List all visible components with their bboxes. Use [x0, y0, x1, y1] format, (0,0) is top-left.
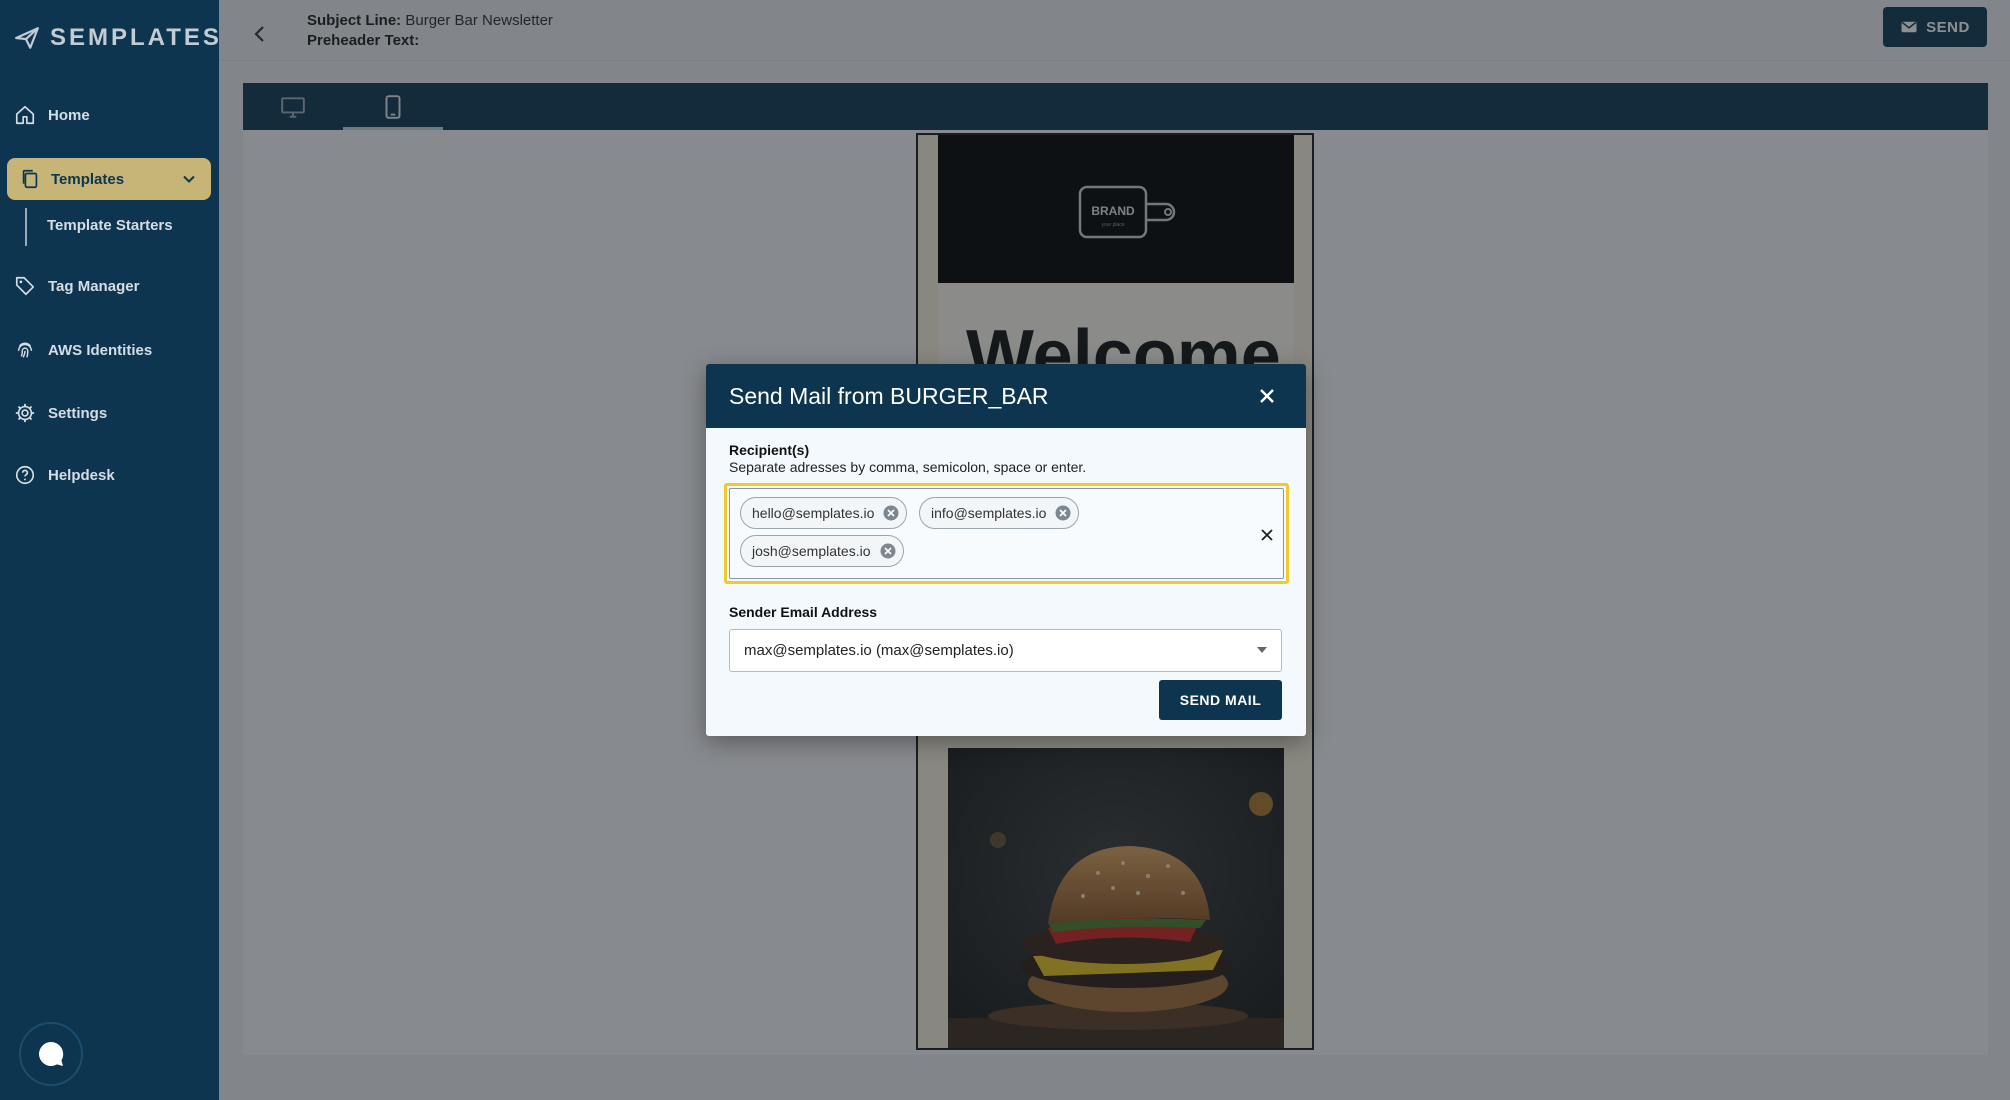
dialog-title: Send Mail from BURGER_BAR	[729, 383, 1049, 409]
home-icon	[15, 105, 35, 125]
sender-select[interactable]: max@semplates.io (max@semplates.io)	[729, 629, 1282, 672]
sidebar-item-helpdesk[interactable]: Helpdesk	[14, 464, 115, 486]
fingerprint-icon	[17, 342, 33, 358]
sidebar-item-templates[interactable]: Templates	[7, 158, 211, 200]
remove-chip-icon[interactable]	[1054, 504, 1072, 522]
send-mail-dialog: Send Mail from BURGER_BAR Recipient(s) S…	[706, 364, 1306, 736]
chat-widget-button[interactable]	[19, 1022, 83, 1086]
dialog-header: Send Mail from BURGER_BAR	[706, 364, 1306, 428]
recipients-input[interactable]: hello@semplates.io info@semplates.io jos…	[729, 488, 1284, 579]
recipient-chip[interactable]: josh@semplates.io	[740, 535, 904, 567]
sidebar-item-label: AWS Identities	[48, 341, 153, 359]
recipients-input-focus-ring: hello@semplates.io info@semplates.io jos…	[724, 483, 1289, 584]
sidebar-item-template-starters[interactable]: Template Starters	[47, 217, 173, 234]
paper-plane-icon	[15, 27, 39, 49]
recipients-label: Recipient(s)	[729, 442, 810, 458]
sidebar-item-label: Helpdesk	[48, 466, 115, 484]
sidebar: SEMPLATES Home Templates Template Starte…	[0, 0, 219, 1100]
sidebar-item-aws-identities[interactable]: AWS Identities	[14, 339, 152, 361]
sidebar-item-settings[interactable]: Settings	[14, 402, 107, 424]
recipient-chip-label: josh@semplates.io	[752, 543, 871, 559]
recipient-chip[interactable]: info@semplates.io	[919, 497, 1080, 529]
sidebar-item-label: Templates	[51, 170, 125, 188]
remove-chip-icon[interactable]	[879, 542, 897, 560]
recipient-chip-label: info@semplates.io	[931, 505, 1047, 521]
logo-text: SEMPLATES	[50, 24, 222, 51]
submenu-line	[25, 208, 27, 246]
gear-icon	[15, 403, 35, 423]
recipient-chip[interactable]: hello@semplates.io	[740, 497, 908, 529]
recipients-hint: Separate adresses by comma, semicolon, s…	[729, 459, 1087, 475]
sidebar-item-label: Tag Manager	[48, 277, 140, 295]
remove-chip-icon[interactable]	[882, 504, 900, 522]
chat-bubble-icon	[39, 1041, 64, 1066]
send-mail-button[interactable]: SEND MAIL	[1159, 680, 1282, 720]
logo[interactable]: SEMPLATES	[14, 24, 222, 52]
sidebar-item-home[interactable]: Home	[14, 104, 90, 126]
sender-label: Sender Email Address	[729, 604, 878, 620]
close-icon[interactable]	[1255, 384, 1279, 408]
copy-icon	[22, 169, 38, 189]
sender-select-value: max@semplates.io (max@semplates.io)	[744, 642, 1014, 659]
recipient-chip-label: hello@semplates.io	[752, 505, 875, 521]
clear-recipients-icon[interactable]	[1257, 525, 1277, 545]
tag-icon	[15, 276, 35, 296]
sidebar-item-tag-manager[interactable]: Tag Manager	[14, 275, 139, 297]
help-icon	[15, 465, 35, 485]
sidebar-item-label: Settings	[48, 404, 108, 422]
caret-down-icon	[1257, 647, 1267, 653]
sidebar-item-label: Home	[48, 106, 90, 124]
chevron-down-icon[interactable]	[179, 169, 199, 189]
